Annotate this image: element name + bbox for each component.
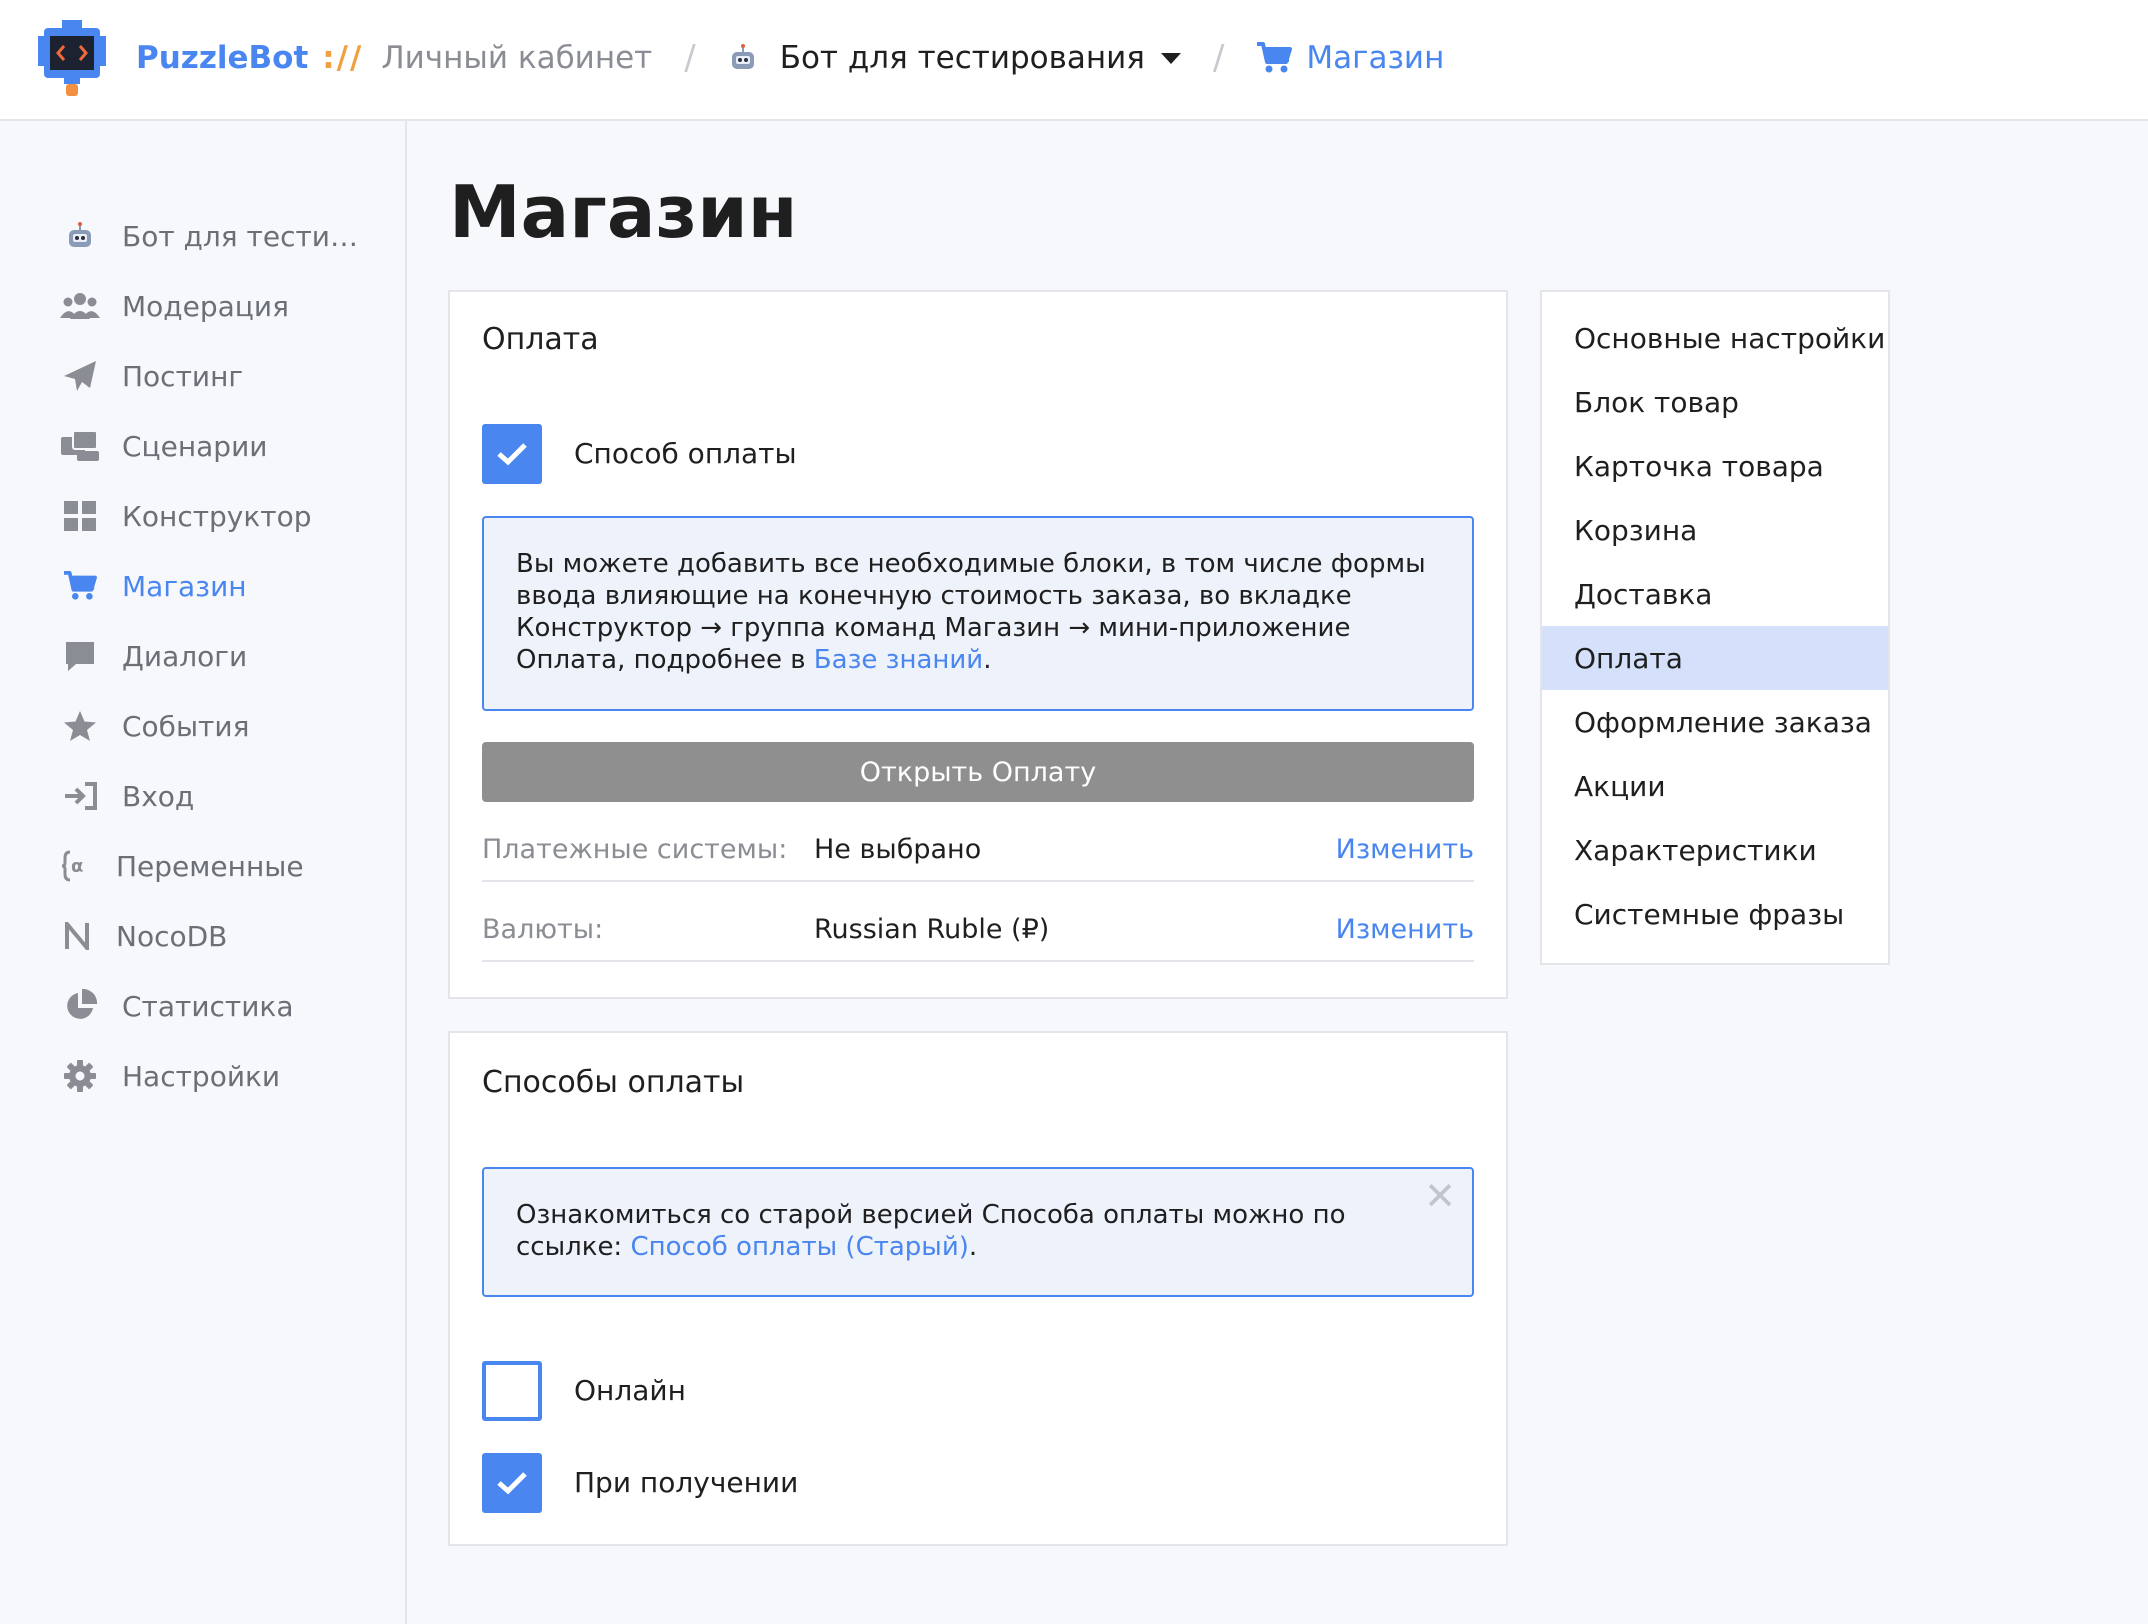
sign-in-icon bbox=[60, 778, 100, 814]
sidebar-item-label: Статистика bbox=[122, 989, 294, 1023]
sidebar-item-label: Постинг bbox=[122, 359, 244, 393]
breadcrumb: PuzzleBot :// Личный кабинет / Бот для т… bbox=[38, 20, 1444, 96]
sidebar-item-label: Сценарии bbox=[122, 429, 268, 463]
variable-icon: α bbox=[60, 848, 94, 884]
payment-methods-card: Способы оплаты Ознакомиться со старой ве… bbox=[448, 1031, 1508, 1546]
nav-characteristics[interactable]: Характеристики bbox=[1542, 818, 1888, 882]
chevron-down-icon bbox=[1160, 52, 1181, 64]
users-icon bbox=[60, 288, 100, 324]
bot-selector-label: Бот для тестирования bbox=[779, 40, 1145, 76]
currencies-value: Russian Ruble (₽) bbox=[814, 914, 1050, 945]
on-delivery-label: При получении bbox=[574, 1466, 799, 1499]
nav-payment[interactable]: Оплата bbox=[1542, 626, 1888, 690]
brand-separator: :// bbox=[322, 40, 364, 76]
sidebar-item-label: Переменные bbox=[116, 849, 304, 883]
scenarios-icon bbox=[60, 428, 100, 464]
payment-card: Оплата Способ оплаты Вы можете добавить … bbox=[448, 290, 1508, 999]
open-payment-button[interactable]: Открыть Оплату bbox=[482, 742, 1474, 802]
nav-promotions[interactable]: Акции bbox=[1542, 754, 1888, 818]
paper-plane-icon bbox=[60, 358, 100, 394]
payment-systems-value: Не выбрано bbox=[814, 834, 982, 865]
sidebar-item-scenarios[interactable]: Сценарии bbox=[60, 421, 267, 471]
old-version-notice: Ознакомиться со старой версией Способа о… bbox=[482, 1167, 1474, 1297]
bot-selector[interactable]: Бот для тестирования bbox=[728, 40, 1181, 76]
cart-icon bbox=[1257, 42, 1293, 73]
currencies-row: Валюты: Russian Ruble (₽) Изменить bbox=[482, 902, 1474, 962]
sidebar-item-bot[interactable]: Бот для тести… bbox=[60, 211, 358, 261]
nocodb-icon bbox=[60, 918, 94, 954]
checkmark-icon bbox=[497, 443, 527, 466]
bot-icon bbox=[60, 218, 100, 254]
payment-method-checkbox[interactable] bbox=[482, 424, 542, 484]
gear-icon bbox=[60, 1058, 100, 1094]
cart-icon bbox=[60, 568, 100, 604]
payment-info-box: Вы можете добавить все необходимые блоки… bbox=[482, 516, 1474, 711]
sidebar-item-constructor[interactable]: Конструктор bbox=[60, 491, 312, 541]
sidebar-item-dialogs[interactable]: Диалоги bbox=[60, 631, 247, 681]
knowledge-base-link[interactable]: Базе знаний bbox=[814, 645, 983, 675]
online-checkbox[interactable] bbox=[482, 1361, 542, 1421]
chat-icon bbox=[60, 638, 100, 674]
sidebar-item-label: Бот для тести… bbox=[122, 219, 358, 253]
breadcrumb-cabinet[interactable]: Личный кабинет bbox=[381, 40, 652, 76]
breadcrumb-shop-label: Магазин bbox=[1306, 40, 1445, 76]
svg-text:α: α bbox=[71, 856, 83, 877]
payment-systems-change-link[interactable]: Изменить bbox=[1336, 834, 1474, 865]
sidebar-item-label: Вход bbox=[122, 779, 195, 813]
checkmark-icon bbox=[497, 1472, 527, 1495]
sidebar-item-label: Магазин bbox=[122, 569, 247, 603]
currencies-change-link[interactable]: Изменить bbox=[1336, 914, 1474, 945]
sidebar-item-label: Настройки bbox=[122, 1059, 281, 1093]
sidebar-item-variables[interactable]: α Переменные bbox=[60, 841, 304, 891]
sidebar-item-moderation[interactable]: Модерация bbox=[60, 281, 289, 331]
star-icon bbox=[60, 708, 100, 744]
old-payment-method-link[interactable]: Способ оплаты (Старый) bbox=[630, 1232, 968, 1262]
sidebar: Бот для тести… Модерация Постинг Сценари… bbox=[0, 121, 407, 1624]
nav-cart[interactable]: Корзина bbox=[1542, 498, 1888, 562]
nav-basic-settings[interactable]: Основные настройки bbox=[1542, 306, 1888, 370]
nav-delivery[interactable]: Доставка bbox=[1542, 562, 1888, 626]
sidebar-item-label: События bbox=[122, 709, 250, 743]
breadcrumb-shop[interactable]: Магазин bbox=[1256, 40, 1444, 76]
sidebar-item-login[interactable]: Вход bbox=[60, 771, 194, 821]
breadcrumb-divider: / bbox=[684, 38, 696, 78]
sidebar-item-label: Конструктор bbox=[122, 499, 312, 533]
payment-systems-row: Платежные системы: Не выбрано Изменить bbox=[482, 822, 1474, 882]
sidebar-item-posting[interactable]: Постинг bbox=[60, 351, 243, 401]
nav-product-block[interactable]: Блок товар bbox=[1542, 370, 1888, 434]
page-title: Магазин bbox=[449, 170, 798, 254]
sidebar-item-shop[interactable]: Магазин bbox=[60, 561, 247, 611]
sidebar-item-settings[interactable]: Настройки bbox=[60, 1051, 280, 1101]
on-delivery-checkbox[interactable] bbox=[482, 1453, 542, 1513]
payment-info-end: . bbox=[983, 645, 992, 675]
sidebar-item-events[interactable]: События bbox=[60, 701, 249, 751]
nav-product-card[interactable]: Карточка товара bbox=[1542, 434, 1888, 498]
sidebar-item-label: Диалоги bbox=[122, 639, 248, 673]
payment-systems-label: Платежные системы: bbox=[482, 834, 788, 865]
online-label: Онлайн bbox=[574, 1374, 686, 1407]
bot-icon bbox=[731, 44, 754, 69]
sidebar-item-label: NocoDB bbox=[116, 919, 228, 953]
close-icon[interactable]: ✕ bbox=[1424, 1177, 1456, 1215]
pie-chart-icon bbox=[60, 988, 100, 1024]
shop-settings-nav: Основные настройки Блок товар Карточка т… bbox=[1540, 290, 1890, 965]
payment-card-title: Оплата bbox=[482, 322, 599, 357]
payment-method-label: Способ оплаты bbox=[574, 437, 797, 470]
currencies-label: Валюты: bbox=[482, 914, 604, 945]
brand-name[interactable]: PuzzleBot bbox=[136, 40, 308, 76]
grid-icon bbox=[60, 498, 100, 534]
top-bar: PuzzleBot :// Личный кабинет / Бот для т… bbox=[0, 0, 2148, 121]
payment-methods-title: Способы оплаты bbox=[482, 1065, 745, 1100]
nav-checkout[interactable]: Оформление заказа bbox=[1542, 690, 1888, 754]
sidebar-item-statistics[interactable]: Статистика bbox=[60, 981, 294, 1031]
breadcrumb-divider: / bbox=[1212, 38, 1225, 78]
sidebar-item-nocodb[interactable]: NocoDB bbox=[60, 911, 227, 961]
notice-end: . bbox=[968, 1232, 978, 1262]
sidebar-item-label: Модерация bbox=[122, 289, 289, 323]
puzzlebot-logo-icon[interactable] bbox=[38, 20, 106, 96]
nav-system-phrases[interactable]: Системные фразы bbox=[1542, 882, 1888, 946]
